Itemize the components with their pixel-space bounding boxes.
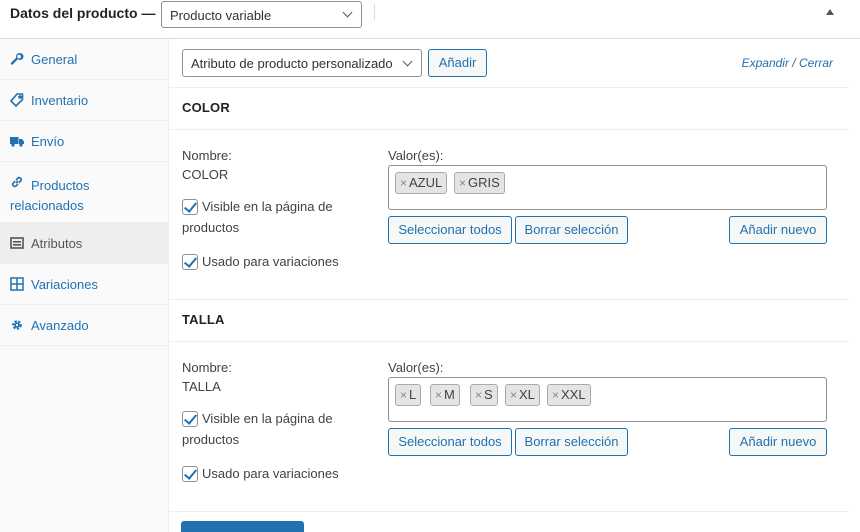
remove-value-icon[interactable]: × (400, 388, 407, 402)
tab-linked-products[interactable]: Productos relacionados (0, 162, 168, 223)
tab-advanced[interactable]: Avanzado (0, 305, 168, 346)
product-type-select[interactable]: Producto variable (161, 1, 362, 28)
value-chip-label: AZUL (409, 175, 443, 190)
tab-general-label: General (31, 52, 78, 67)
attribute-name-value: TALLA (182, 379, 221, 394)
tab-inventory-label: Inventario (31, 93, 89, 108)
expand-all-link[interactable]: Expandir (742, 56, 789, 70)
gear-icon (10, 318, 24, 332)
attribute-name-value: COLOR (182, 167, 229, 182)
save-attributes-button[interactable] (181, 521, 304, 532)
tab-inventory[interactable]: Inventario (0, 80, 168, 121)
value-chip[interactable]: × XXL (547, 384, 591, 406)
attribute-type-value: Atributo de producto personalizado (191, 56, 393, 71)
attributes-toolbar: Atributo de producto personalizado Añadi… (169, 39, 849, 88)
attribute-values-label: Valor(es): (388, 148, 444, 163)
value-chip-label: L (409, 387, 417, 402)
product-data-title: Datos del producto — (10, 5, 156, 21)
visible-on-product-page-label: Visible en la página de productos (182, 411, 333, 447)
tab-attributes[interactable]: Atributos (0, 223, 168, 264)
truck-icon (10, 134, 24, 148)
remove-value-icon[interactable]: × (552, 388, 559, 402)
visible-on-product-page-label: Visible en la página de productos (182, 199, 333, 235)
attribute-heading: TALLA (182, 312, 225, 327)
remove-value-icon[interactable]: × (459, 176, 466, 190)
wrench-icon (10, 52, 24, 66)
collapse-panel-icon[interactable] (826, 9, 834, 15)
value-chip-label: GRIS (468, 175, 500, 190)
value-chip[interactable]: × M (430, 384, 460, 406)
clear-selection-button[interactable]: Borrar selección (515, 216, 628, 244)
select-all-button[interactable]: Seleccionar todos (388, 216, 512, 244)
tab-shipping-label: Envío (31, 134, 65, 149)
tab-shipping[interactable]: Envío (0, 121, 168, 162)
tab-general[interactable]: General (0, 39, 168, 80)
product-data-header: Datos del producto — Producto variable (0, 0, 860, 39)
product-data-tabs: General Inventario Envío Productos relac… (0, 39, 169, 532)
attribute-values-field[interactable]: × AZUL × GRIS (388, 165, 827, 210)
clear-selection-button[interactable]: Borrar selección (515, 428, 628, 456)
value-chip-label: XXL (561, 387, 586, 402)
tab-variations-label: Variaciones (31, 277, 98, 292)
tab-variations[interactable]: Variaciones (0, 264, 168, 305)
value-chip[interactable]: × GRIS (454, 172, 505, 194)
tab-advanced-label: Avanzado (31, 318, 89, 333)
value-chip-label: M (444, 387, 455, 402)
grid-icon (10, 277, 24, 291)
attribute-heading: COLOR (182, 100, 230, 115)
attribute-values-label: Valor(es): (388, 360, 444, 375)
used-for-variations-label: Usado para variaciones (202, 466, 339, 481)
attribute-header[interactable]: TALLA (169, 300, 849, 342)
value-chip-label: XL (519, 387, 535, 402)
remove-value-icon[interactable]: × (510, 388, 517, 402)
add-new-value-button[interactable]: Añadir nuevo (729, 428, 827, 456)
attribute-body: Nombre: TALLA Valor(es): × L × M × S × XL × X… (169, 342, 849, 512)
expand-close-separator: / (788, 56, 799, 70)
used-for-variations-checkbox[interactable] (182, 466, 198, 482)
tab-linked-products-label: Productos relacionados (10, 178, 90, 213)
value-chip[interactable]: × S (470, 384, 498, 406)
add-attribute-button[interactable]: Añadir (428, 49, 487, 77)
remove-value-icon[interactable]: × (400, 176, 407, 190)
chevron-down-icon (402, 56, 413, 67)
attribute-type-select[interactable]: Atributo de producto personalizado (182, 49, 422, 77)
close-all-link[interactable]: Cerrar (799, 56, 833, 70)
add-new-value-button[interactable]: Añadir nuevo (729, 216, 827, 244)
select-all-button[interactable]: Seleccionar todos (388, 428, 512, 456)
value-chip[interactable]: × L (395, 384, 422, 406)
attribute-name-label: Nombre: (182, 148, 232, 163)
chevron-down-icon (342, 7, 353, 18)
value-chip[interactable]: × AZUL (395, 172, 448, 194)
product-type-value: Producto variable (170, 8, 272, 23)
attribute-values-field[interactable]: × L × M × S × XL × XXL (388, 377, 827, 422)
header-divider (374, 4, 375, 20)
attribute-name-label: Nombre: (182, 360, 232, 375)
used-for-variations-checkbox[interactable] (182, 254, 198, 270)
value-chip[interactable]: × XL (505, 384, 540, 406)
attributes-panel: Atributo de producto personalizado Añadi… (169, 39, 849, 532)
tag-icon (9, 93, 24, 108)
remove-value-icon[interactable]: × (475, 388, 482, 402)
attribute-header[interactable]: COLOR (169, 88, 849, 130)
remove-value-icon[interactable]: × (435, 388, 442, 402)
expand-close-links: Expandir / Cerrar (742, 56, 833, 70)
used-for-variations-label: Usado para variaciones (202, 254, 339, 269)
value-chip-label: S (484, 387, 493, 402)
list-icon (10, 236, 24, 250)
attribute-body: Nombre: COLOR Valor(es): × AZUL × GRIS Vis… (169, 130, 849, 300)
tab-attributes-label: Atributos (31, 236, 83, 251)
